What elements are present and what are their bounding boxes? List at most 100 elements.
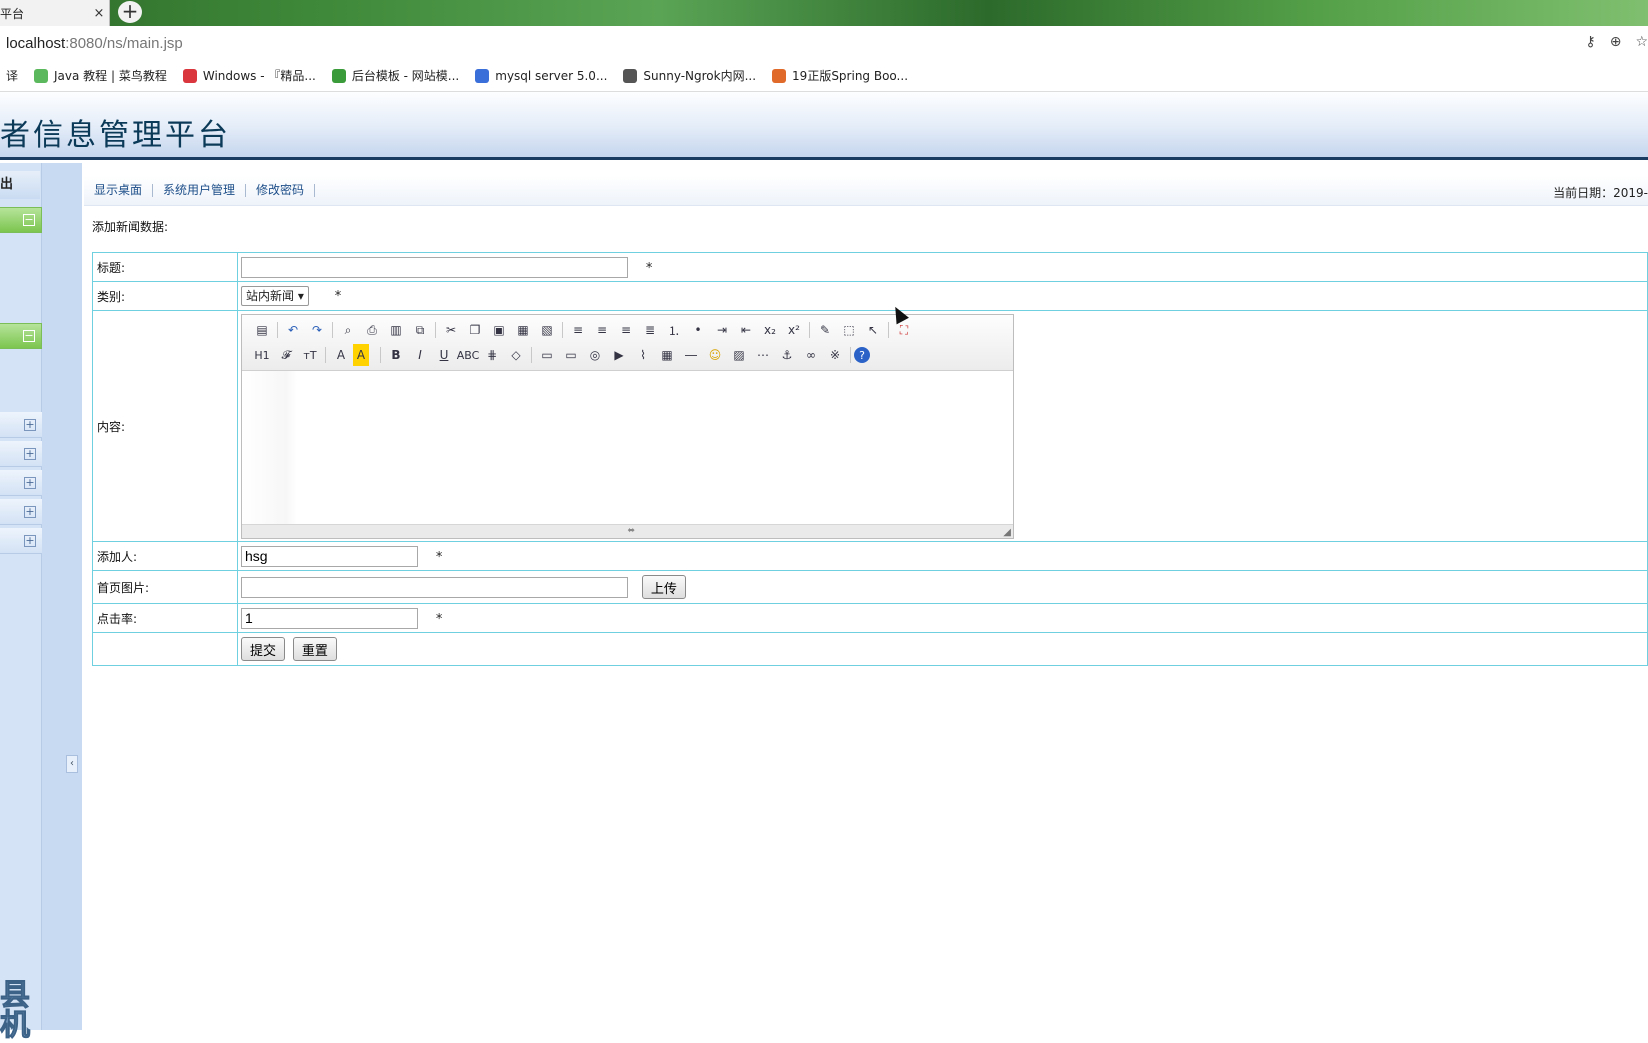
bookmark-item[interactable]: Sunny-Ngrok内网...: [623, 67, 756, 84]
bookmark-item[interactable]: Windows - 『精品...: [182, 67, 316, 84]
sidebar-group-3[interactable]: +: [0, 412, 42, 438]
media-icon[interactable]: ▶: [607, 344, 631, 366]
paste-text-icon[interactable]: ▦: [511, 319, 535, 341]
bookmark-item[interactable]: 后台模板 - 网站模...: [331, 67, 459, 84]
bookmark-item[interactable]: Java 教程 | 菜鸟教程: [34, 67, 167, 84]
sidebar-group-5[interactable]: +: [0, 470, 42, 496]
toolbar-separator: [850, 347, 851, 363]
strikethrough-icon[interactable]: ABC: [456, 344, 480, 366]
template-icon[interactable]: ▥: [384, 319, 408, 341]
author-label: 添加人:: [92, 541, 238, 571]
drag-handle-icon[interactable]: ⬌: [628, 526, 636, 536]
bookmark-item[interactable]: 19正版Spring Boo...: [772, 67, 908, 84]
multi-image-icon[interactable]: ▭: [559, 344, 583, 366]
toolbar-separator: [531, 347, 532, 363]
clicks-input[interactable]: [241, 607, 418, 629]
justify-icon[interactable]: ≣: [638, 319, 662, 341]
resize-handle-icon[interactable]: ◢: [1003, 527, 1011, 538]
outdent-icon[interactable]: ⇤: [734, 319, 758, 341]
map-icon[interactable]: ▨: [727, 344, 751, 366]
current-date: 当前日期：2019-: [1553, 186, 1648, 200]
logout-button[interactable]: 出: [0, 171, 40, 199]
table-icon[interactable]: ▦: [655, 344, 679, 366]
underline-icon[interactable]: U: [432, 344, 456, 366]
bookmark-item[interactable]: mysql server 5.0...: [475, 68, 607, 83]
image-path-input[interactable]: [241, 577, 628, 598]
code-icon[interactable]: ⧉: [408, 319, 432, 341]
author-input[interactable]: [241, 545, 418, 567]
nav-system-users[interactable]: 系统用户管理: [153, 184, 247, 197]
rich-text-editor: ▤ ↶ ↷ ⌕ ⎙ ▥ ⧉ ✂ ❐ ▣ ▦ ▧ ≡ ≡ ≡ ≣ ⒈ • ⇥ ⇤ x₂ x² ✎ ⬚ ↖ ⛶ H1 𝓕тT A A B I U A…: [241, 313, 1014, 539]
expand-icon: +: [24, 447, 36, 460]
indent-icon[interactable]: ⇥: [710, 319, 734, 341]
bookmark-label: Windows - 『精品...: [202, 69, 316, 83]
new-tab-button[interactable]: +: [118, 1, 142, 23]
zoom-icon[interactable]: ⊕: [1610, 34, 1622, 50]
reset-button[interactable]: 重置: [292, 637, 337, 661]
editor-content-area[interactable]: [242, 370, 1013, 524]
category-select[interactable]: 站内新闻 ▾: [241, 286, 309, 306]
required-mark: *: [645, 261, 653, 276]
sidebar-group-6[interactable]: +: [0, 499, 42, 525]
image-icon[interactable]: ▭: [535, 344, 559, 366]
font-color-icon[interactable]: A: [329, 344, 353, 366]
heading-icon[interactable]: H1: [250, 344, 274, 366]
paste-word-icon[interactable]: ▧: [535, 319, 559, 341]
ordered-list-icon[interactable]: ⒈: [662, 319, 686, 341]
cut-icon[interactable]: ✂: [439, 319, 463, 341]
hr-icon[interactable]: ―: [679, 344, 703, 366]
redo-icon[interactable]: ↷: [305, 319, 329, 341]
undo-icon[interactable]: ↶: [281, 319, 305, 341]
select-all-icon[interactable]: ⬚: [837, 319, 861, 341]
remove-format-icon[interactable]: ◇: [504, 344, 528, 366]
highlight-icon[interactable]: A: [353, 344, 369, 366]
help-icon[interactable]: ?: [854, 347, 870, 363]
nav-change-password[interactable]: 修改密码: [246, 184, 316, 197]
required-mark: *: [435, 612, 443, 627]
italic-icon[interactable]: I: [408, 344, 432, 366]
align-right-icon[interactable]: ≡: [614, 319, 638, 341]
upload-button[interactable]: 上传: [641, 575, 686, 599]
toolbar-separator: [435, 322, 436, 338]
pagebreak-icon[interactable]: ⋯: [751, 344, 775, 366]
line-height-icon[interactable]: ⋕: [480, 344, 504, 366]
emoticon-icon[interactable]: ☺: [703, 344, 727, 366]
close-tab-icon[interactable]: ×: [89, 6, 109, 21]
copy-icon[interactable]: ❐: [463, 319, 487, 341]
flash-icon[interactable]: ◎: [583, 344, 607, 366]
paste-icon[interactable]: ▣: [487, 319, 511, 341]
source-icon[interactable]: ▤: [250, 319, 274, 341]
collapse-sidebar-button[interactable]: ‹: [66, 755, 78, 773]
subscript-icon[interactable]: x₂: [758, 319, 782, 341]
bookmark-item[interactable]: 译: [0, 67, 18, 84]
unlink-icon[interactable]: ※: [823, 344, 847, 366]
browser-tab-active[interactable]: 平台 ×: [0, 0, 110, 26]
sidebar-group-2[interactable]: −: [0, 323, 42, 349]
unordered-list-icon[interactable]: •: [686, 319, 710, 341]
align-left-icon[interactable]: ≡: [566, 319, 590, 341]
attachment-icon[interactable]: ⌇: [631, 344, 655, 366]
sidebar-group-4[interactable]: +: [0, 441, 42, 467]
sidebar-group-7[interactable]: +: [0, 528, 42, 554]
sidebar-group-1[interactable]: −: [0, 207, 42, 233]
title-input[interactable]: [241, 256, 628, 278]
font-size-icon[interactable]: тT: [298, 344, 322, 366]
key-icon[interactable]: ⚷: [1585, 34, 1595, 50]
link-icon[interactable]: ∞: [799, 344, 823, 366]
anchor-icon[interactable]: ⚓: [775, 344, 799, 366]
font-family-icon[interactable]: 𝓕: [274, 344, 298, 366]
preview-icon[interactable]: ⌕: [336, 319, 360, 341]
cursor-icon[interactable]: ↖: [861, 319, 885, 341]
print-icon[interactable]: ⎙: [360, 319, 384, 341]
superscript-icon[interactable]: x²: [782, 319, 806, 341]
align-center-icon[interactable]: ≡: [590, 319, 614, 341]
nav-show-desktop[interactable]: 显示桌面: [84, 184, 154, 197]
star-icon[interactable]: ☆: [1635, 34, 1648, 50]
bookmark-icon: [34, 68, 49, 83]
section-title: 添加新闻数据:: [92, 220, 169, 234]
bold-icon[interactable]: B: [384, 344, 408, 366]
url-text[interactable]: localhost:8080/ns/main.jsp: [0, 35, 183, 52]
clear-format-icon[interactable]: ✎: [813, 319, 837, 341]
submit-button[interactable]: 提交: [241, 637, 286, 661]
address-bar[interactable]: localhost:8080/ns/main.jsp ⚷ ⊕ ☆: [0, 26, 1648, 60]
